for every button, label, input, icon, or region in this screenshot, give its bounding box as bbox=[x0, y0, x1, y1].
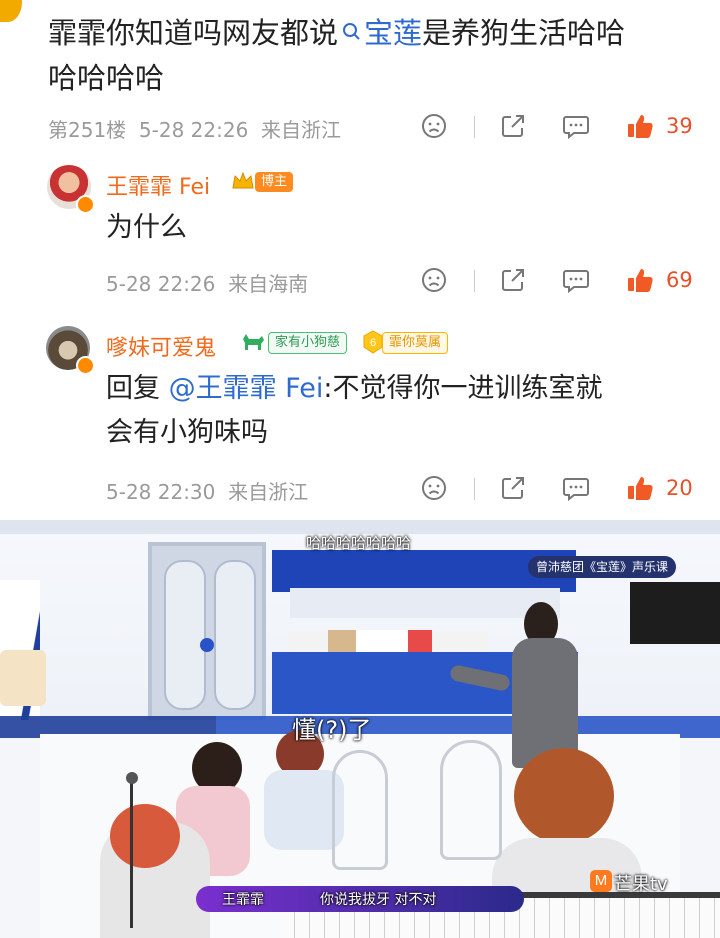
share-icon[interactable] bbox=[500, 475, 526, 501]
comment-text-part1: 霏霏你知道吗网友都说 bbox=[48, 16, 339, 50]
comment-text-line2: 哈哈哈哈 bbox=[48, 61, 165, 95]
verified-badge bbox=[76, 195, 95, 214]
reply-meta: 5-28 22:30 来自浙江 bbox=[106, 476, 308, 505]
reply-text: 为什么 bbox=[106, 212, 187, 243]
like-count: 69 bbox=[666, 268, 693, 292]
video-screenshot[interactable]: 哈哈哈哈哈哈哈 曾沛慈团《宝莲》声乐课 懂(?)了 王霏霏 你说我拔牙 对不对 … bbox=[0, 520, 720, 938]
reply-location: 来自浙江 bbox=[228, 480, 309, 504]
topic-label: 宝莲 bbox=[364, 16, 423, 50]
watermark: 芒果tv bbox=[614, 874, 668, 895]
comment-icon[interactable] bbox=[562, 476, 590, 502]
frown-icon[interactable] bbox=[421, 475, 447, 501]
blogger-badge: 博主 bbox=[255, 172, 294, 192]
crown-badge-icon bbox=[231, 170, 255, 192]
microphone-icon bbox=[126, 772, 138, 784]
mention-link[interactable]: @王霏霏 Fei bbox=[169, 373, 324, 404]
reply-item: 嗲妹可爱鬼 家有小狗慈 6 霏你莫属 回复 @王霏霏 Fei:不觉得你一进训练室… bbox=[0, 316, 720, 516]
fan-group-badge: 霏你莫属 bbox=[382, 332, 449, 354]
door bbox=[148, 542, 266, 720]
fan-tag: 家有小狗慈 bbox=[268, 332, 348, 354]
reply-author-name[interactable]: 王霏霏 Fei bbox=[106, 169, 210, 201]
level-badge: 6 bbox=[362, 330, 384, 354]
comment-location: 来自浙江 bbox=[261, 118, 342, 142]
reply-text-line2: 会有小狗味吗 bbox=[106, 417, 268, 448]
chair bbox=[440, 740, 502, 860]
like-count: 39 bbox=[666, 114, 693, 138]
reply-location: 来自海南 bbox=[228, 272, 309, 296]
comment-icon[interactable] bbox=[562, 268, 590, 294]
level-number: 6 bbox=[370, 337, 376, 349]
thumbs-up-icon[interactable] bbox=[626, 266, 654, 294]
divider bbox=[474, 270, 475, 292]
share-icon[interactable] bbox=[500, 267, 526, 293]
frown-icon[interactable] bbox=[421, 267, 447, 293]
topic-link[interactable]: 宝莲 bbox=[338, 16, 422, 50]
program-label: 曾沛慈团《宝莲》声乐课 bbox=[528, 556, 677, 578]
like-count: 20 bbox=[666, 476, 693, 500]
speaker-name: 王霏霏 bbox=[222, 892, 264, 908]
reply-author-name[interactable]: 嗲妹可爱鬼 bbox=[106, 330, 216, 362]
comment-text: 霏霏你知道吗网友都说 宝莲是养狗生活哈哈 bbox=[48, 11, 625, 56]
mango-tv-logo-icon: M bbox=[590, 870, 612, 892]
reply-time: 5-28 22:26 bbox=[106, 272, 216, 296]
thumbs-up-icon[interactable] bbox=[626, 112, 654, 140]
main-comment: 霏霏你知道吗网友都说 宝莲是养狗生活哈哈 哈哈哈哈 第251楼 5-28 22:2… bbox=[0, 0, 720, 150]
overlay-text: 懂(?)了 bbox=[292, 716, 372, 744]
verified-badge bbox=[76, 356, 95, 375]
reply-time: 5-28 22:30 bbox=[106, 480, 216, 504]
comment-text-part2: 是养狗生活哈哈 bbox=[422, 16, 626, 50]
wall-tv bbox=[630, 582, 720, 644]
search-icon bbox=[343, 23, 360, 40]
top-caption: 哈哈哈哈哈哈哈 bbox=[306, 534, 412, 552]
comment-time: 5-28 22:26 bbox=[138, 118, 249, 142]
divider bbox=[474, 478, 475, 500]
reply-text: 回复 @王霏霏 Fei:不觉得你一进训练室就 bbox=[106, 368, 602, 410]
divider bbox=[474, 116, 475, 138]
thumbs-up-icon[interactable] bbox=[626, 474, 654, 502]
floor-number: 第251楼 bbox=[48, 118, 127, 142]
chair bbox=[332, 750, 388, 870]
commenter-avatar[interactable] bbox=[0, 0, 22, 22]
comment-meta: 第251楼 5-28 22:26 来自浙江 bbox=[48, 114, 341, 143]
video-subtitle: 你说我拔牙 对不对 bbox=[320, 892, 437, 908]
reply-text-rest: :不觉得你一进训练室就 bbox=[323, 373, 603, 404]
counter-items bbox=[288, 630, 488, 652]
dog-icon bbox=[240, 331, 266, 353]
reply-meta: 5-28 22:26 来自海南 bbox=[106, 268, 308, 297]
reply-item: 王霏霏 Fei 博主 为什么 5-28 22:26 来自海南 69 bbox=[0, 155, 720, 305]
share-icon[interactable] bbox=[500, 113, 526, 139]
mic-cord bbox=[130, 778, 133, 928]
comment-icon[interactable] bbox=[562, 114, 590, 140]
frown-icon[interactable] bbox=[421, 113, 447, 139]
poster bbox=[0, 650, 46, 706]
reply-prefix: 回复 bbox=[106, 373, 160, 404]
program-label-text: 曾沛慈团《宝莲》声乐课 bbox=[536, 560, 669, 574]
